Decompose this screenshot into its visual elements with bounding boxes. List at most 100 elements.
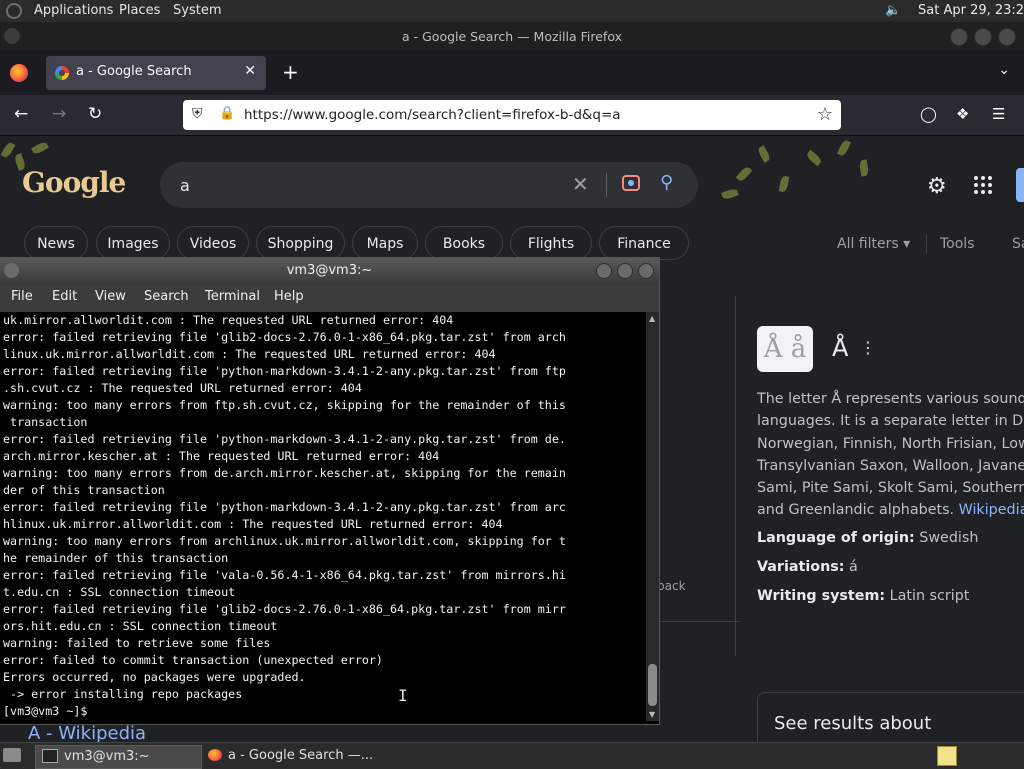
search-input[interactable]: a — [180, 176, 190, 195]
google-search-box[interactable]: a ✕ ⚲ — [160, 162, 698, 208]
kp-desc-line: languages. It is a separate letter in Da… — [757, 413, 1024, 430]
terminal-output[interactable]: uk.mirror.allworldit.com : The requested… — [0, 312, 646, 721]
lens-icon[interactable] — [622, 175, 640, 191]
close-tab-icon[interactable]: ✕ — [244, 63, 256, 79]
extensions-icon[interactable]: ❖ — [956, 105, 969, 123]
menu-search[interactable]: Search — [144, 289, 189, 304]
kp-desc-line: The letter Å represents various sounds i… — [757, 391, 1024, 407]
sign-in-button[interactable] — [1016, 168, 1024, 202]
terminal-titlebar[interactable]: vm3@vm3:~ — [0, 258, 659, 284]
terminal-line: .sh.cvut.cz : The requested URL returned… — [3, 381, 362, 395]
menu-view[interactable]: View — [95, 289, 126, 304]
chip-finance[interactable]: Finance — [599, 226, 689, 260]
terminal-line: warning: too many errors from de.arch.mi… — [3, 466, 566, 480]
terminal-line: ors.hit.edu.cn : SSL connection timeout — [3, 619, 278, 633]
more-options-icon[interactable]: ⋮ — [860, 338, 876, 357]
tab-bar: a - Google Search ✕ + ⌄ — [0, 50, 1024, 95]
doodle-leaf — [805, 149, 823, 167]
all-filters-button[interactable]: All filters ▾ — [837, 236, 910, 252]
safesearch-button[interactable]: Sa — [1012, 236, 1024, 252]
scroll-up-icon[interactable]: ▲ — [649, 314, 655, 323]
feedback-link[interactable]: back — [657, 579, 686, 593]
chip-videos[interactable]: Videos — [177, 226, 249, 260]
menu-file[interactable]: File — [11, 289, 33, 304]
kp-title: Å — [832, 334, 849, 362]
terminal-scrollbar[interactable]: ▲ ▼ — [646, 312, 659, 721]
taskbar-item-terminal[interactable]: vm3@vm3:~ — [35, 745, 202, 769]
terminal-line: error: failed retrieving file 'python-ma… — [3, 432, 566, 446]
chip-shopping[interactable]: Shopping — [256, 226, 345, 260]
kp-fact-label: Language of origin: — [757, 530, 915, 546]
firefox-window-title: a - Google Search — Mozilla Firefox — [402, 29, 622, 44]
volume-icon[interactable]: 🔈 — [885, 3, 901, 18]
kp-thumbnail[interactable]: Å å — [757, 326, 813, 372]
list-tabs-chevron-icon[interactable]: ⌄ — [998, 62, 1010, 78]
terminal-menubar: File Edit View Search Terminal Help — [0, 284, 659, 312]
tools-button[interactable]: Tools — [940, 236, 975, 252]
google-doodle-logo[interactable]: Google — [22, 166, 126, 199]
maximize-button[interactable] — [974, 28, 992, 46]
menu-edit[interactable]: Edit — [52, 289, 77, 304]
bookmark-star-icon[interactable]: ☆ — [817, 104, 833, 125]
taskbar-item-label: a - Google Search —... — [228, 748, 374, 763]
terminal-line: error: failed retrieving file 'python-ma… — [3, 364, 566, 378]
kp-fact-label: Variations: — [757, 559, 845, 575]
lock-icon[interactable]: 🔒 — [219, 106, 235, 121]
see-results-about-card[interactable]: See results about — [757, 692, 1024, 742]
close-window-button[interactable] — [638, 263, 654, 279]
menu-applications[interactable]: Applications — [34, 3, 113, 18]
tab-google-search[interactable]: a - Google Search ✕ — [46, 56, 266, 90]
doodle-leaf — [756, 145, 772, 163]
hamburger-menu-icon[interactable]: ☰ — [992, 105, 1005, 123]
result-link-wikipedia[interactable]: A - Wikipedia — [28, 723, 146, 742]
pocket-icon[interactable]: ◯ — [920, 105, 937, 123]
terminal-line: error: failed to commit transaction (une… — [3, 653, 383, 667]
divider — [660, 621, 740, 622]
taskbar-item-firefox[interactable]: a - Google Search —... — [202, 745, 402, 767]
shield-icon[interactable]: ⛨ — [192, 106, 203, 122]
kp-fact-value[interactable]: Latin script — [890, 588, 970, 604]
url-bar[interactable]: ⛨ 🔒 https://www.google.com/search?client… — [183, 100, 841, 130]
terminal-window: vm3@vm3:~ File Edit View Search Terminal… — [0, 258, 659, 724]
sticky-notes-icon[interactable] — [937, 746, 957, 766]
chip-maps[interactable]: Maps — [352, 226, 418, 260]
chip-news[interactable]: News — [24, 226, 88, 260]
menu-places[interactable]: Places — [119, 3, 160, 18]
chip-images[interactable]: Images — [96, 226, 170, 260]
terminal-icon — [42, 748, 58, 763]
forward-button[interactable]: → — [52, 104, 66, 124]
menu-help[interactable]: Help — [274, 289, 304, 304]
doodle-leaf — [836, 139, 852, 157]
firefox-icon[interactable] — [10, 64, 28, 82]
scrollbar-thumb[interactable] — [648, 664, 657, 706]
taskbar-item-label: vm3@vm3:~ — [64, 749, 150, 764]
back-button[interactable]: ← — [14, 104, 28, 124]
chip-flights[interactable]: Flights — [510, 226, 592, 260]
new-tab-button[interactable]: + — [282, 60, 299, 84]
search-icon[interactable]: ⚲ — [660, 172, 673, 193]
maximize-button[interactable] — [617, 263, 633, 279]
reload-button[interactable]: ↻ — [88, 104, 102, 124]
minimize-button[interactable] — [950, 28, 968, 46]
terminal-line: error: failed retrieving file 'glib2-doc… — [3, 330, 566, 344]
kp-wikipedia-link[interactable]: Wikipedia — [959, 502, 1024, 518]
panel-clock[interactable]: Sat Apr 29, 23:21 — [918, 3, 1024, 18]
kp-fact-value[interactable]: á — [849, 559, 858, 575]
menu-terminal[interactable]: Terminal — [205, 289, 260, 304]
kp-fact-value[interactable]: Swedish — [919, 530, 978, 546]
terminal-line: he remainder of this transaction — [3, 551, 229, 565]
chip-books[interactable]: Books — [425, 226, 503, 260]
show-desktop-icon[interactable] — [3, 748, 21, 762]
terminal-line: error: failed retrieving file 'python-ma… — [3, 500, 566, 514]
doodle-leaf — [721, 187, 739, 201]
minimize-button[interactable] — [596, 263, 612, 279]
distro-logo-icon[interactable] — [6, 3, 22, 19]
close-window-button[interactable] — [998, 28, 1016, 46]
menu-system[interactable]: System — [173, 3, 221, 18]
apps-grid-icon[interactable] — [974, 176, 994, 196]
close-icon[interactable]: ✕ — [572, 172, 589, 196]
scroll-down-icon[interactable]: ▼ — [649, 710, 655, 719]
url-text[interactable]: https://www.google.com/search?client=fir… — [244, 107, 621, 123]
kp-desc-line: Sami, Pite Sami, Skolt Sami, Southern Sa… — [757, 480, 1024, 497]
gear-icon[interactable]: ⚙ — [927, 174, 947, 199]
